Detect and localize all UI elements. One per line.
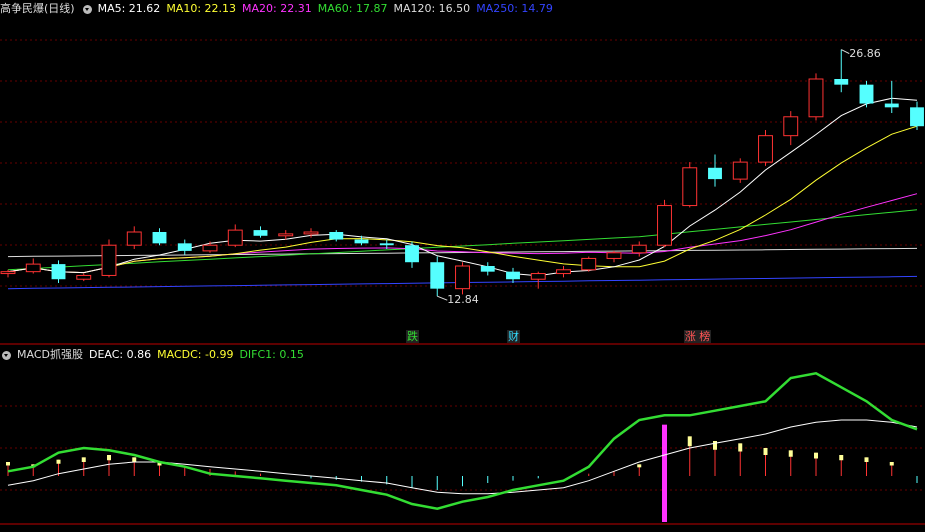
macd-bar-cap <box>56 459 61 464</box>
macd-bar-cap <box>132 457 137 462</box>
high-pointer <box>841 49 850 54</box>
candle-body-down <box>859 84 874 104</box>
chart-canvas <box>0 39 925 525</box>
candle-body-down <box>430 262 445 289</box>
candle-body-up <box>101 244 117 276</box>
macd-bar-cap <box>839 455 844 461</box>
candle-body-up <box>227 229 243 246</box>
macd-bar-cap <box>788 450 793 457</box>
macd-bar-cap <box>864 457 869 462</box>
candle-body-up <box>0 271 16 275</box>
candle-body-down <box>379 243 394 246</box>
candle-body-up <box>76 274 92 280</box>
low-pointer <box>437 295 448 301</box>
macd-bar-cap <box>81 457 86 462</box>
candle-body-up <box>606 252 622 259</box>
candle-body-up <box>657 205 672 246</box>
candle-body-down <box>329 232 344 240</box>
candle-body-up <box>758 135 773 163</box>
candle-body-up <box>455 265 470 290</box>
candle-body-up <box>783 116 799 137</box>
candle-body-up <box>126 231 142 246</box>
macd-bar-cap <box>814 452 818 459</box>
macd-bar-cap <box>763 448 768 455</box>
tag-zhangbang: 涨 榜 <box>683 330 712 343</box>
candle-body-down <box>405 245 419 263</box>
candle-body-up <box>631 244 647 254</box>
candle-body-up <box>682 167 698 207</box>
macd-bar-cap <box>738 443 743 452</box>
candle-body-down <box>480 266 495 272</box>
candle-body-up <box>278 233 294 237</box>
ma120-line <box>7 247 918 258</box>
macd-bar-cap <box>713 441 717 450</box>
candle-body-up <box>202 244 218 252</box>
macd-bar-cap <box>687 436 692 447</box>
macd-bar-cap <box>6 462 10 466</box>
macd-bar-cap <box>107 455 111 461</box>
candle-body-up <box>732 161 748 180</box>
candle-body-down <box>253 230 268 236</box>
candle-body-down <box>354 239 369 244</box>
candle-body-up <box>303 231 319 235</box>
candle-body-up <box>556 269 571 275</box>
ma10-line <box>7 125 918 274</box>
candle-body-up <box>25 263 41 273</box>
candle-body-down <box>152 232 167 244</box>
candle-body-up <box>808 78 824 118</box>
dif-line <box>7 371 918 510</box>
candle-body-down <box>177 243 192 251</box>
macd-bar-cap <box>889 462 894 466</box>
candle-body-up <box>581 257 597 271</box>
low-price-label: 12.84 <box>447 293 479 307</box>
candle-body-up <box>530 273 546 280</box>
macd-signal-bar <box>662 424 667 522</box>
candle-body-down <box>884 103 899 108</box>
macd-bar-cap <box>637 464 642 468</box>
candle-body-down <box>834 79 849 85</box>
tag-cai: 财 <box>507 330 520 343</box>
candle-body-down <box>910 107 924 127</box>
candle-body-down <box>506 271 520 280</box>
candle-body-down <box>51 264 66 280</box>
candle-body-down <box>708 167 722 180</box>
high-price-label: 26.86 <box>849 46 881 60</box>
tag-die: 跌 <box>406 330 419 343</box>
